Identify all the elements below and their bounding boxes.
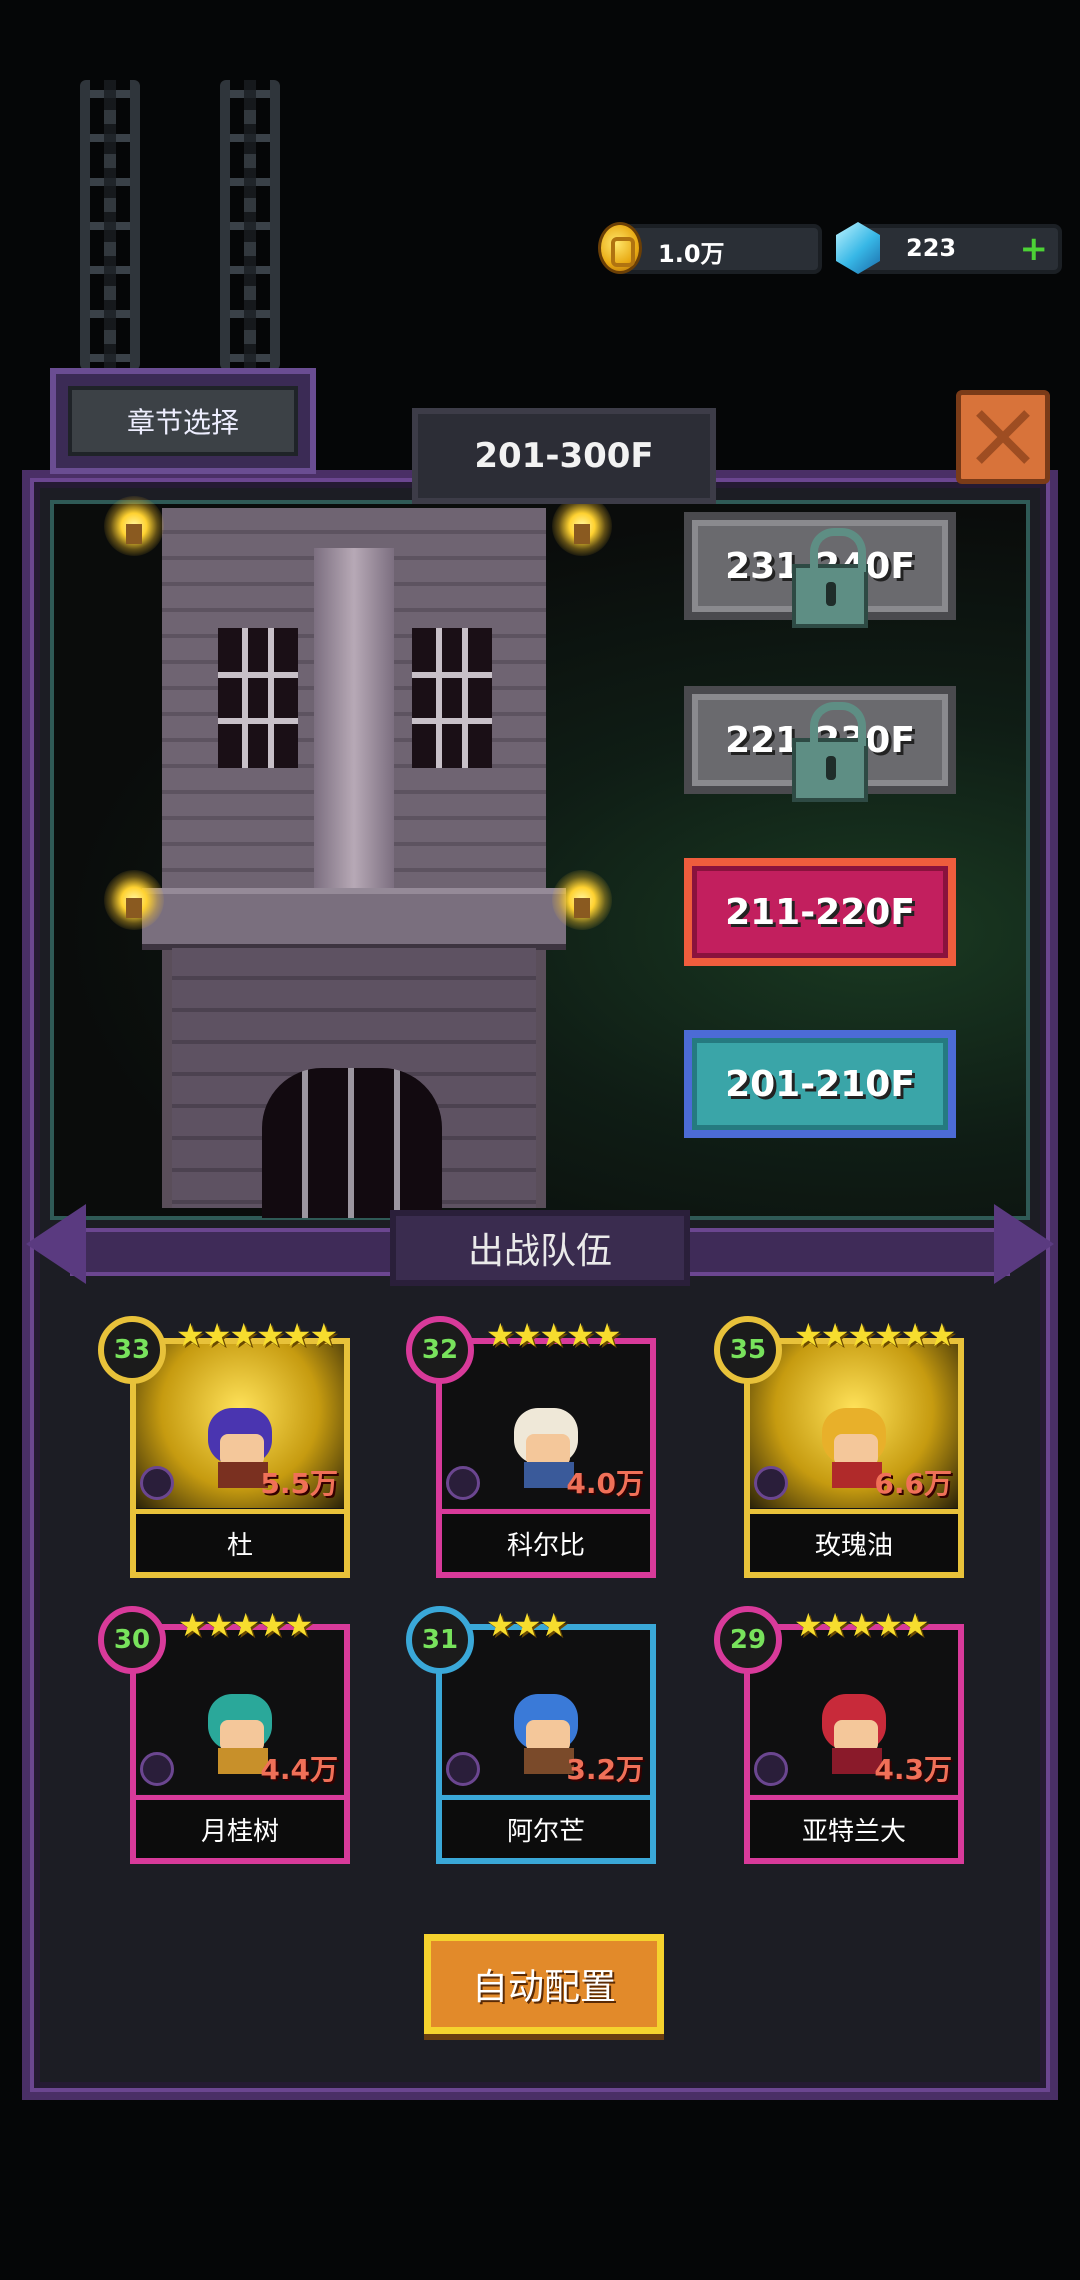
gem-value: 223: [906, 234, 957, 262]
hero-card[interactable]: 4.4万 月桂树: [130, 1624, 350, 1864]
lock-icon: [792, 702, 868, 802]
floor-button-231-240[interactable]: 231-240F: [684, 512, 956, 628]
class-icon: [140, 1752, 174, 1786]
floor-label: 211-220F: [725, 891, 915, 933]
gold-counter: 1.0万: [598, 222, 822, 274]
chapter-select-label: 章节选择: [68, 386, 298, 456]
hero-name: 月桂树: [136, 1795, 344, 1858]
star-icon: ★★★★★★: [794, 1316, 956, 1354]
class-icon: [446, 1752, 480, 1786]
hero-level: 32: [406, 1316, 474, 1384]
chain-right: [220, 80, 280, 370]
floor-button-221-230[interactable]: 221-230F: [684, 686, 956, 802]
class-icon: [754, 1752, 788, 1786]
star-icon: ★★★★★: [794, 1606, 929, 1644]
hero-power: 6.6万: [874, 1467, 952, 1500]
star-icon: ★★★★★: [178, 1606, 313, 1644]
star-icon: ★★★★★: [486, 1316, 621, 1354]
tower-illustration: [142, 508, 566, 1218]
hero-power: 4.4万: [260, 1753, 338, 1786]
close-button[interactable]: [956, 390, 1050, 484]
hero-power: 4.3万: [874, 1753, 952, 1786]
star-icon: ★★★★★★: [176, 1316, 338, 1354]
gold-value: 1.0万: [658, 240, 725, 268]
star-icon: ★★★: [486, 1606, 568, 1644]
hero-power: 4.0万: [566, 1467, 644, 1500]
floor-button-201-210[interactable]: 201-210F: [684, 1030, 956, 1138]
class-icon: [754, 1466, 788, 1500]
plus-icon[interactable]: +: [1020, 232, 1049, 266]
hero-card[interactable]: 4.0万 科尔比: [436, 1338, 656, 1578]
hero-level: 31: [406, 1606, 474, 1674]
gem-counter: 223 +: [836, 222, 1062, 274]
chapter-select-button[interactable]: 章节选择: [50, 368, 316, 474]
auto-config-button[interactable]: 自动配置: [424, 1934, 664, 2034]
floor-label: 201-210F: [725, 1063, 915, 1105]
team-title: 出战队伍: [390, 1210, 690, 1286]
torch-icon: [104, 870, 164, 930]
floor-range-title: 201-300F: [412, 408, 716, 504]
torch-icon: [552, 870, 612, 930]
hero-card[interactable]: 3.2万 阿尔芒: [436, 1624, 656, 1864]
hero-name: 科尔比: [442, 1509, 650, 1572]
hero-power: 3.2万: [566, 1753, 644, 1786]
hero-card[interactable]: 5.5万 杜: [130, 1338, 350, 1578]
hero-card[interactable]: 6.6万 玫瑰油: [744, 1338, 964, 1578]
hero-power: 5.5万: [260, 1467, 338, 1500]
hero-card[interactable]: 4.3万 亚特兰大: [744, 1624, 964, 1864]
hero-name: 杜: [136, 1509, 344, 1572]
hero-name: 亚特兰大: [750, 1795, 958, 1858]
hero-name: 玫瑰油: [750, 1509, 958, 1572]
class-icon: [446, 1466, 480, 1500]
gem-icon: [836, 222, 880, 274]
chain-left: [80, 80, 140, 370]
hero-level: 35: [714, 1316, 782, 1384]
hero-level: 33: [98, 1316, 166, 1384]
lock-icon: [792, 528, 868, 628]
hero-name: 阿尔芒: [442, 1795, 650, 1858]
hero-level: 29: [714, 1606, 782, 1674]
coin-icon: [598, 222, 642, 274]
torch-icon: [104, 496, 164, 556]
floor-button-211-220[interactable]: 211-220F: [684, 858, 956, 966]
class-icon: [140, 1466, 174, 1500]
hero-level: 30: [98, 1606, 166, 1674]
torch-icon: [552, 496, 612, 556]
